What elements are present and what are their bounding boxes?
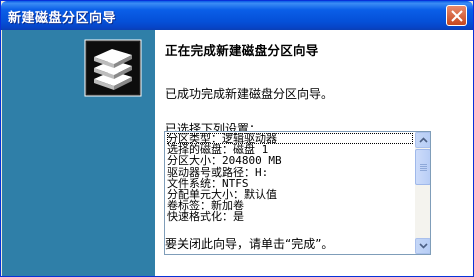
- settings-line: 分区大小：204800 MB: [167, 154, 282, 168]
- close-button[interactable]: [446, 5, 467, 26]
- success-message: 已成功完成新建磁盘分区向导。: [165, 87, 334, 101]
- window-title: 新建磁盘分区向导: [8, 11, 117, 26]
- page-heading: 正在完成新建磁盘分区向导: [165, 43, 319, 58]
- scroll-up-button[interactable]: [415, 132, 430, 148]
- title-bar[interactable]: 新建磁盘分区向导: [1, 1, 473, 30]
- close-hint-text: 要关闭此向导，请单击“完成”。: [165, 237, 334, 251]
- wizard-sidebar: [2, 30, 155, 276]
- wizard-window: 新建磁盘分区向导 正在完成新建磁盘分区向导 已成功完成新建磁盘分区向导。 已选择…: [0, 0, 474, 277]
- chevron-up-icon: [419, 137, 428, 143]
- settings-list: 分区类型：逻辑驱动器 选择的磁盘：磁盘 1 分区大小：204800 MB 驱动器…: [167, 133, 413, 223]
- wizard-content: 正在完成新建磁盘分区向导 已成功完成新建磁盘分区向导。 已选择下列设置： 分区类…: [155, 30, 473, 276]
- settings-line: 快速格式化：是: [167, 210, 244, 224]
- vertical-scrollbar[interactable]: [415, 132, 430, 254]
- disk-stack-icon: [84, 39, 142, 97]
- scroll-thumb[interactable]: [415, 149, 430, 185]
- close-icon: [451, 10, 463, 22]
- chevron-down-icon: [419, 243, 428, 249]
- scroll-down-button[interactable]: [415, 238, 430, 254]
